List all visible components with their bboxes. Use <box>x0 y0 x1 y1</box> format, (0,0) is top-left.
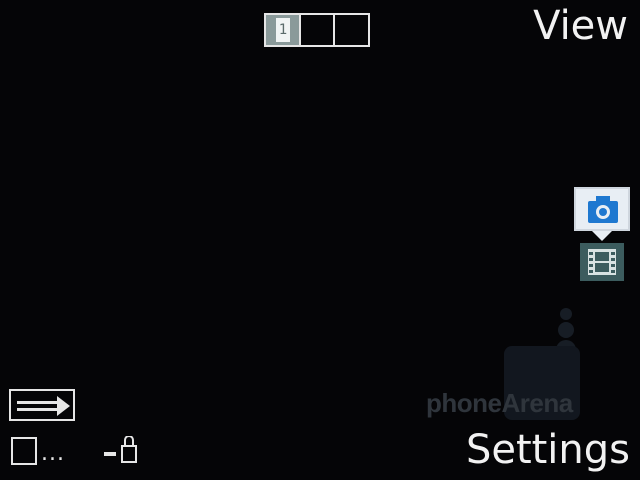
arrow-right-box-icon <box>9 389 75 421</box>
counter-cell <box>301 15 336 45</box>
video-mode-button[interactable] <box>580 243 624 281</box>
watermark: phoneArena <box>420 308 600 428</box>
storage-card-icon: ... <box>11 437 67 469</box>
mode-pointer <box>592 231 612 241</box>
view-softkey[interactable]: View <box>533 6 628 46</box>
storage-more: ... <box>41 441 65 466</box>
counter-active-label: 1 <box>276 18 290 42</box>
film-icon <box>588 249 616 275</box>
shot-counter: 1 <box>264 13 370 47</box>
storage-square <box>11 437 37 465</box>
settings-softkey[interactable]: Settings <box>466 430 630 470</box>
counter-cell <box>335 15 368 45</box>
counter-cell-active: 1 <box>266 15 301 45</box>
mode-switch[interactable] <box>574 187 630 283</box>
watermark-dot <box>558 322 574 338</box>
camera-viewfinder[interactable]: 1 View phoneArena ... Settings <box>0 0 640 480</box>
photo-mode-button[interactable] <box>574 187 630 231</box>
watermark-text: phoneArena <box>426 388 573 418</box>
watermark-dot <box>560 308 572 320</box>
camera-icon <box>588 196 618 223</box>
lock-icon <box>104 436 137 463</box>
